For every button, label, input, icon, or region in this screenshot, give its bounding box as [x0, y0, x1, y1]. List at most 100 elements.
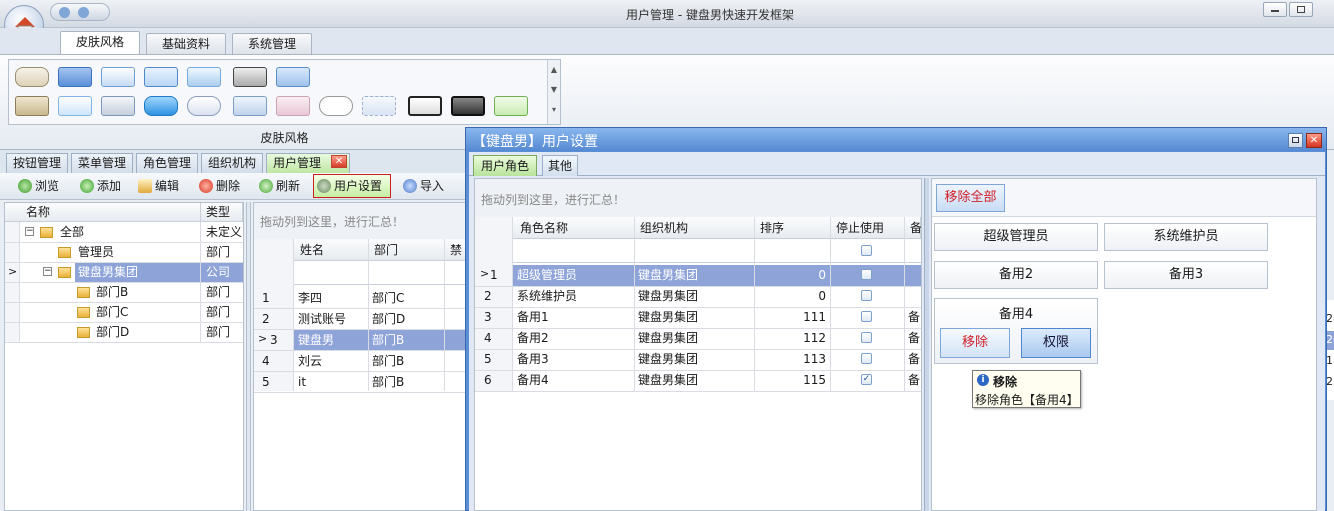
- browse-button[interactable]: 浏览: [18, 175, 59, 197]
- role-name[interactable]: 备用3: [513, 349, 549, 370]
- user-dept[interactable]: 部门B: [368, 330, 404, 351]
- dialog-close-button[interactable]: ✕: [1306, 133, 1322, 148]
- role-button[interactable]: 备用2: [934, 261, 1098, 289]
- role-button[interactable]: 备用3: [1104, 261, 1268, 289]
- skin-swatch[interactable]: [494, 96, 528, 116]
- tab-role-management[interactable]: 角色管理: [136, 153, 199, 173]
- role-order[interactable]: 111: [754, 307, 828, 328]
- role-button[interactable]: 系统维护员: [1104, 223, 1268, 251]
- role-name[interactable]: 备用4: [513, 370, 549, 391]
- role-order[interactable]: 115: [754, 370, 828, 391]
- skin-swatch[interactable]: [144, 67, 178, 87]
- user-name[interactable]: 键盘男: [294, 330, 334, 351]
- maximize-button[interactable]: [1289, 2, 1313, 17]
- role-name[interactable]: 备用1: [513, 307, 549, 328]
- tab-user-role[interactable]: 用户角色: [473, 155, 538, 176]
- stop-checkbox[interactable]: [861, 353, 872, 364]
- tree-col-name[interactable]: 名称: [22, 202, 50, 223]
- col-role-name[interactable]: 角色名称: [516, 218, 568, 239]
- skin-swatch[interactable]: [451, 96, 485, 116]
- skin-swatch[interactable]: [187, 96, 221, 116]
- tree-node-label[interactable]: 部门D: [92, 322, 129, 343]
- splitter[interactable]: [246, 202, 251, 511]
- role-org[interactable]: 键盘男集团: [634, 265, 698, 286]
- skin-swatch[interactable]: [187, 67, 221, 87]
- stop-checkbox[interactable]: [861, 290, 872, 301]
- skin-swatch[interactable]: [101, 96, 135, 116]
- remove-all-button[interactable]: 移除全部: [936, 184, 1005, 212]
- role-org[interactable]: 键盘男集团: [634, 370, 698, 391]
- tree-node-label[interactable]: 键盘男集团: [74, 262, 138, 283]
- user-name[interactable]: 测试账号: [294, 309, 346, 330]
- skin-swatch[interactable]: [58, 96, 92, 116]
- close-tab-icon[interactable]: ✕: [331, 155, 347, 168]
- col-dept[interactable]: 部门: [370, 240, 398, 261]
- permission-button[interactable]: 权限: [1021, 328, 1091, 358]
- skin-swatch[interactable]: [276, 67, 310, 87]
- stop-checkbox-checked[interactable]: ✓: [861, 374, 872, 385]
- tab-basic-data[interactable]: 基础资料: [146, 33, 226, 54]
- minimize-button[interactable]: [1263, 2, 1287, 17]
- tree-node-label[interactable]: 部门C: [92, 302, 128, 323]
- user-name[interactable]: 刘云: [294, 351, 322, 372]
- skin-swatch[interactable]: [233, 67, 267, 87]
- quick-icon[interactable]: [59, 7, 70, 18]
- tree-col-type[interactable]: 类型: [202, 202, 230, 223]
- user-name[interactable]: 李四: [294, 288, 322, 309]
- skin-swatch[interactable]: [408, 96, 442, 116]
- stop-checkbox[interactable]: [861, 332, 872, 343]
- skin-swatch[interactable]: [144, 96, 178, 116]
- quick-icon[interactable]: [78, 7, 89, 18]
- skin-swatch[interactable]: [101, 67, 135, 87]
- user-dept[interactable]: 部门B: [368, 351, 404, 372]
- tree-node-label[interactable]: 管理员: [74, 242, 114, 263]
- add-button[interactable]: 添加: [80, 175, 121, 197]
- col-disabled[interactable]: 停止使用: [832, 218, 884, 239]
- role-order[interactable]: 112: [754, 328, 828, 349]
- role-name[interactable]: 超级管理员: [513, 265, 577, 286]
- refresh-button[interactable]: 刷新: [259, 175, 300, 197]
- role-org[interactable]: 键盘男集团: [634, 286, 698, 307]
- col-order[interactable]: 排序: [756, 218, 784, 239]
- tree-node-label[interactable]: 全部: [56, 222, 84, 243]
- role-org[interactable]: 键盘男集团: [634, 328, 698, 349]
- skin-swatch[interactable]: [58, 67, 92, 87]
- tab-other[interactable]: 其他: [542, 155, 579, 176]
- role-org[interactable]: 键盘男集团: [634, 349, 698, 370]
- edit-button[interactable]: 编辑: [138, 175, 179, 197]
- role-name[interactable]: 系统维护员: [513, 286, 577, 307]
- skin-swatch[interactable]: [233, 96, 267, 116]
- user-dept[interactable]: 部门D: [368, 309, 405, 330]
- tab-menu-management[interactable]: 菜单管理: [71, 153, 134, 173]
- role-order[interactable]: 113: [754, 349, 828, 370]
- tab-system[interactable]: 系统管理: [232, 33, 312, 54]
- filter-checkbox[interactable]: [861, 245, 872, 256]
- stop-checkbox[interactable]: [861, 311, 872, 322]
- stop-checkbox[interactable]: [861, 269, 872, 280]
- role-org[interactable]: 键盘男集团: [634, 307, 698, 328]
- import-button[interactable]: 导入: [403, 175, 444, 197]
- user-settings-button[interactable]: 用户设置: [313, 174, 391, 198]
- skin-swatch[interactable]: [15, 67, 49, 87]
- role-name[interactable]: 备用2: [513, 328, 549, 349]
- skin-swatch[interactable]: [319, 96, 353, 116]
- col-organization[interactable]: 组织机构: [636, 218, 688, 239]
- col-note[interactable]: 备: [906, 218, 921, 239]
- user-dept[interactable]: 部门B: [368, 372, 404, 393]
- remove-button[interactable]: 移除: [940, 328, 1010, 358]
- role-button[interactable]: 超级管理员: [934, 223, 1098, 251]
- splitter[interactable]: [924, 178, 929, 511]
- delete-button[interactable]: 删除: [199, 175, 240, 197]
- expand-icon[interactable]: −: [25, 227, 34, 236]
- dialog-restore-button[interactable]: [1288, 133, 1303, 148]
- user-name[interactable]: it: [294, 372, 306, 393]
- user-dept[interactable]: 部门C: [368, 288, 404, 309]
- gallery-scroll[interactable]: ▲ ▼ ▾: [547, 60, 560, 124]
- col-name[interactable]: 姓名: [296, 240, 324, 261]
- skin-swatch[interactable]: [15, 96, 49, 116]
- tab-button-management[interactable]: 按钮管理: [6, 153, 69, 173]
- col-forbid[interactable]: 禁: [446, 240, 462, 261]
- tab-skin[interactable]: 皮肤风格: [60, 31, 140, 55]
- skin-swatch[interactable]: [276, 96, 310, 116]
- role-order[interactable]: 0: [754, 286, 828, 307]
